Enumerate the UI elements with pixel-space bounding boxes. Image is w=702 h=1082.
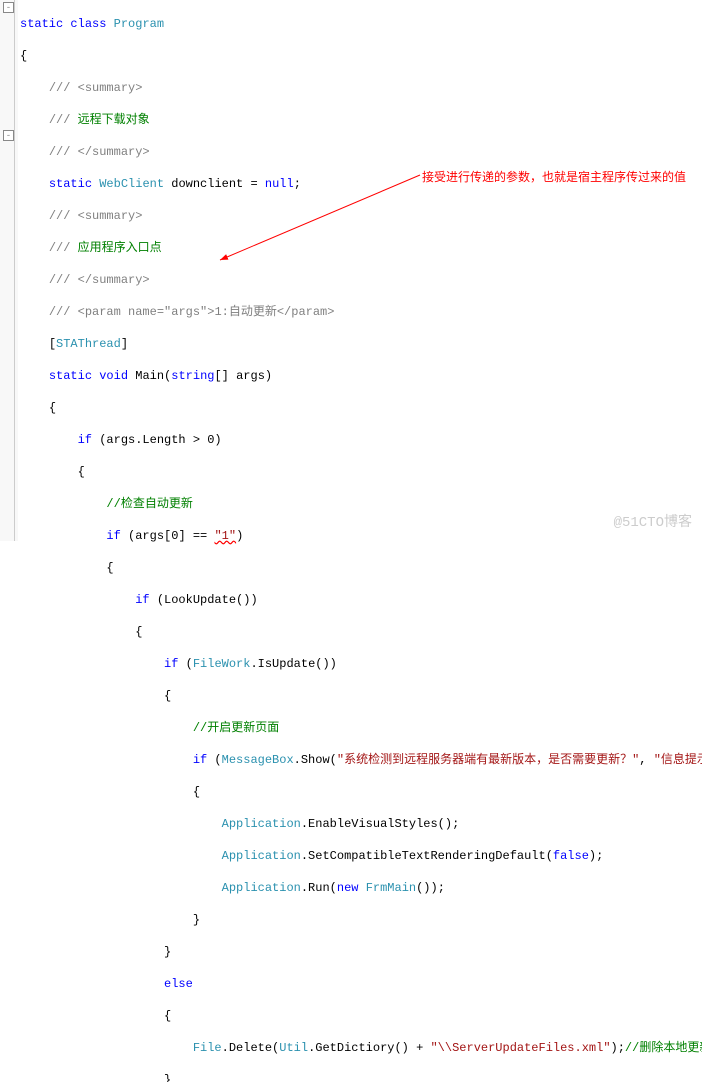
fold-icon[interactable]: - — [3, 2, 14, 13]
watermark: @51CTO博客 — [614, 511, 692, 531]
gutter: - - — [0, 0, 18, 541]
code-editor: static class Program { /// <summary> ///… — [20, 0, 702, 1082]
fold-icon[interactable]: - — [3, 130, 14, 141]
annotation-text: 接受进行传递的参数，也就是宿主程序传过来的值 — [422, 168, 686, 185]
gutter-border — [14, 0, 15, 541]
